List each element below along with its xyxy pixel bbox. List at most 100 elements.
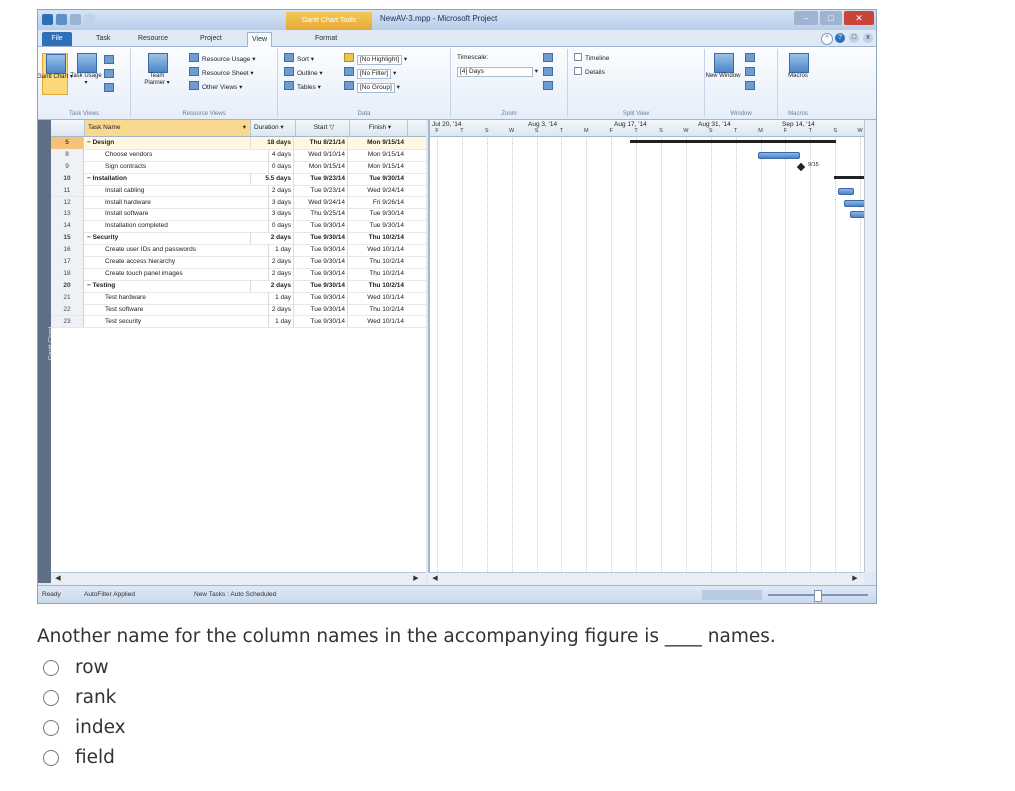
restore-icon[interactable]: □ xyxy=(849,33,859,43)
duration-cell[interactable]: 2 days xyxy=(251,303,294,316)
duration-cell[interactable]: 3 days xyxy=(251,196,294,209)
arrange-all-icon[interactable] xyxy=(745,67,758,77)
row-id[interactable]: 21 xyxy=(51,291,84,304)
tab-task[interactable]: Task xyxy=(92,32,114,46)
zoom-icon[interactable] xyxy=(543,53,556,63)
row-id[interactable]: 5 xyxy=(51,137,84,149)
network-diagram-icon[interactable] xyxy=(104,55,117,65)
minimize-ribbon-icon[interactable]: ^ xyxy=(821,33,833,45)
header-select-all[interactable] xyxy=(51,120,85,136)
finish-cell[interactable]: Thu 10/2/14 xyxy=(350,256,406,268)
start-cell[interactable]: Tue 9/30/14 xyxy=(296,291,348,304)
task-bar[interactable] xyxy=(844,199,866,207)
switch-windows-icon[interactable] xyxy=(745,53,758,63)
gantt-chart-button[interactable]: Gantt Chart ▾ xyxy=(38,53,73,95)
table-horizontal-scrollbar[interactable]: ◀ ▶ xyxy=(51,572,426,585)
tab-file[interactable]: File xyxy=(42,32,72,46)
task-name-cell[interactable]: − Security xyxy=(85,232,251,245)
chart-horizontal-scrollbar[interactable]: ◀ ▶ xyxy=(428,572,864,585)
duration-cell[interactable]: 1 day xyxy=(251,244,294,256)
task-bar[interactable] xyxy=(758,151,800,159)
start-cell[interactable]: Tue 9/23/14 xyxy=(296,184,348,197)
start-cell[interactable]: Tue 9/30/14 xyxy=(296,303,348,316)
highlight-select[interactable]: [No Highlight] ▾ xyxy=(344,53,407,65)
row-id[interactable]: 10 xyxy=(51,172,84,185)
finish-cell[interactable]: Mon 9/15/14 xyxy=(350,149,406,161)
duration-cell[interactable]: 0 days xyxy=(251,220,294,233)
row-id[interactable]: 16 xyxy=(51,244,84,256)
scroll-left-icon[interactable]: ◀ xyxy=(53,574,63,583)
resource-usage-button[interactable]: Resource Usage ▾ xyxy=(189,53,255,63)
start-cell[interactable]: Tue 9/30/14 xyxy=(296,232,348,245)
scroll-right-icon[interactable]: ▶ xyxy=(411,574,421,583)
row-id[interactable]: 11 xyxy=(51,184,84,197)
task-name-cell[interactable]: Create touch panel images xyxy=(85,267,269,280)
start-cell[interactable]: Wed 9/10/14 xyxy=(296,148,348,161)
row-id[interactable]: 9 xyxy=(51,160,84,173)
maximize-button[interactable]: □ xyxy=(820,11,842,25)
zoom-slider-thumb[interactable] xyxy=(814,590,822,602)
task-name-cell[interactable]: Test security xyxy=(85,315,269,328)
finish-cell[interactable]: Thu 10/2/14 xyxy=(350,232,406,244)
undo-icon[interactable] xyxy=(70,14,81,25)
task-name-cell[interactable]: Create user IDs and passwords xyxy=(85,244,269,256)
row-id[interactable]: 14 xyxy=(51,220,84,233)
task-name-cell[interactable]: Install hardware xyxy=(85,196,269,209)
column-header-finish[interactable]: Finish ▾ xyxy=(350,120,408,136)
duration-cell[interactable]: 2 days xyxy=(251,232,294,245)
task-name-cell[interactable]: Sign contracts xyxy=(85,160,269,173)
row-id[interactable]: 20 xyxy=(51,279,84,292)
radio-button[interactable] xyxy=(43,690,59,706)
start-cell[interactable]: Tue 9/30/14 xyxy=(296,315,348,328)
finish-cell[interactable]: Wed 9/24/14 xyxy=(350,185,406,197)
details-checkbox[interactable]: Details xyxy=(574,67,605,77)
tab-resource[interactable]: Resource xyxy=(134,32,172,46)
save-icon[interactable] xyxy=(56,14,67,25)
chart-scroll-right-icon[interactable]: ▶ xyxy=(850,574,860,583)
duration-cell[interactable]: 0 days xyxy=(251,160,294,173)
minimize-button[interactable]: – xyxy=(794,11,818,25)
finish-cell[interactable]: Wed 10/1/14 xyxy=(350,244,406,256)
task-name-cell[interactable]: Installation completed xyxy=(85,220,269,233)
duration-cell[interactable]: 4 days xyxy=(251,148,294,161)
sort-button[interactable]: Sort ▾ xyxy=(284,53,314,63)
duration-cell[interactable]: 18 days xyxy=(251,137,294,149)
start-cell[interactable]: Thu 9/25/14 xyxy=(296,208,348,221)
selected-tasks-icon[interactable] xyxy=(543,81,556,91)
duration-cell[interactable]: 5.5 days xyxy=(251,172,294,185)
start-cell[interactable]: Mon 9/15/14 xyxy=(296,160,348,173)
timeline-checkbox[interactable]: Timeline xyxy=(574,53,609,63)
finish-cell[interactable]: Mon 9/15/14 xyxy=(350,161,406,173)
close-doc-icon[interactable]: x xyxy=(863,33,873,43)
start-cell[interactable]: Thu 8/21/14 xyxy=(296,137,348,149)
finish-cell[interactable]: Wed 10/1/14 xyxy=(350,316,406,328)
row-id[interactable]: 17 xyxy=(51,256,84,268)
filter-select[interactable]: [No Filter] ▾ xyxy=(344,67,396,79)
finish-cell[interactable]: Tue 9/30/14 xyxy=(350,173,406,185)
task-name-cell[interactable]: Install cabling xyxy=(85,184,269,197)
milestone-label[interactable]: 9/15 xyxy=(808,162,819,168)
task-name-cell[interactable]: Choose vendors xyxy=(85,148,269,161)
column-header-start[interactable]: Start ▽ xyxy=(296,120,350,136)
row-id[interactable]: 15 xyxy=(51,232,84,245)
finish-cell[interactable]: Mon 9/15/14 xyxy=(350,137,406,149)
summary-bar[interactable] xyxy=(630,140,836,143)
task-name-cell[interactable]: − Testing xyxy=(85,279,251,292)
tab-format[interactable]: Format xyxy=(311,32,341,46)
close-button[interactable]: ✕ xyxy=(844,11,874,25)
task-name-cell[interactable]: Test software xyxy=(85,303,269,316)
calendar-icon[interactable] xyxy=(104,69,117,79)
filter-funnel-icon[interactable]: ▽ xyxy=(329,124,334,131)
finish-cell[interactable]: Wed 10/1/14 xyxy=(350,292,406,304)
column-header-duration[interactable]: Duration ▾ xyxy=(251,120,296,136)
other-views-button[interactable]: Other Views ▾ xyxy=(189,81,242,91)
view-shortcut-icons[interactable] xyxy=(702,590,762,600)
column-header-task-name[interactable]: Task Name ▾ xyxy=(85,120,251,136)
finish-cell[interactable]: Thu 10/2/14 xyxy=(350,304,406,316)
radio-button[interactable] xyxy=(43,720,59,736)
task-name-cell[interactable]: − Design xyxy=(85,137,251,149)
finish-cell[interactable]: Fri 9/26/14 xyxy=(350,197,406,209)
row-id[interactable]: 23 xyxy=(51,315,84,328)
duration-cell[interactable]: 2 days xyxy=(251,279,294,292)
duration-cell[interactable]: 2 days xyxy=(251,184,294,197)
